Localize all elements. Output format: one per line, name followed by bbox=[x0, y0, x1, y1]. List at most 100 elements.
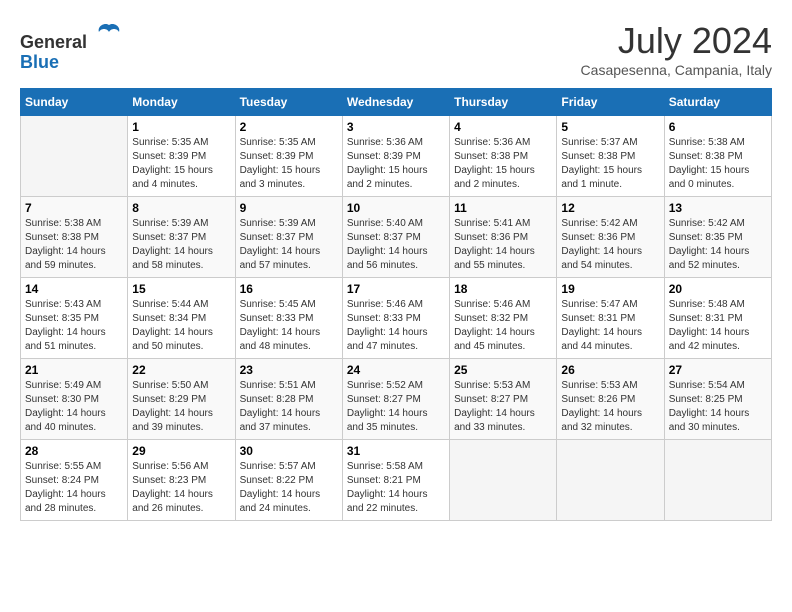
calendar-cell: 19 Sunrise: 5:47 AM Sunset: 8:31 PM Dayli… bbox=[557, 278, 664, 359]
day-number: 15 bbox=[132, 282, 230, 296]
weekday-header-thursday: Thursday bbox=[450, 89, 557, 116]
calendar-cell: 4Sunrise: 5:36 AM Sunset: 8:38 PM Daylig… bbox=[450, 116, 557, 197]
day-number: 26 bbox=[561, 363, 659, 377]
day-info: Sunrise: 5:58 AM Sunset: 8:21 PM Dayligh… bbox=[347, 460, 445, 516]
day-number: 7 bbox=[25, 201, 123, 215]
day-number: 17 bbox=[347, 282, 445, 296]
calendar-cell: 30Sunrise: 5:57 AM Sunset: 8:22 PM Dayli… bbox=[235, 440, 342, 521]
day-number: 4 bbox=[454, 120, 552, 134]
calendar-cell bbox=[557, 440, 664, 521]
weekday-header-row: SundayMondayTuesdayWednesdayThursdayFrid… bbox=[21, 89, 772, 116]
calendar-cell: 31Sunrise: 5:58 AM Sunset: 8:21 PM Dayli… bbox=[342, 440, 449, 521]
week-row-5: 28Sunrise: 5:55 AM Sunset: 8:24 PM Dayli… bbox=[21, 440, 772, 521]
calendar-cell: 11 Sunrise: 5:41 AM Sunset: 8:36 PM Dayli… bbox=[450, 197, 557, 278]
day-info: Sunrise: 5:43 AM Sunset: 8:35 PM Dayligh… bbox=[25, 298, 123, 354]
weekday-header-monday: Monday bbox=[128, 89, 235, 116]
logo-blue: Blue bbox=[20, 52, 59, 72]
calendar-cell bbox=[664, 440, 771, 521]
day-number: 16 bbox=[240, 282, 338, 296]
week-row-2: 7 Sunrise: 5:38 AM Sunset: 8:38 PM Daylig… bbox=[21, 197, 772, 278]
calendar-cell: 3Sunrise: 5:36 AM Sunset: 8:39 PM Daylig… bbox=[342, 116, 449, 197]
calendar-cell: 28Sunrise: 5:55 AM Sunset: 8:24 PM Dayli… bbox=[21, 440, 128, 521]
weekday-header-sunday: Sunday bbox=[21, 89, 128, 116]
day-number: 2 bbox=[240, 120, 338, 134]
calendar-cell: 2 Sunrise: 5:35 AM Sunset: 8:39 PM Daylig… bbox=[235, 116, 342, 197]
day-info: Sunrise: 5:47 AM Sunset: 8:31 PM Dayligh… bbox=[561, 298, 659, 354]
day-number: 19 bbox=[561, 282, 659, 296]
day-info: Sunrise: 5:40 AM Sunset: 8:37 PM Dayligh… bbox=[347, 217, 445, 273]
day-number: 11 bbox=[454, 201, 552, 215]
day-info: Sunrise: 5:38 AM Sunset: 8:38 PM Dayligh… bbox=[669, 136, 767, 192]
day-info: Sunrise: 5:53 AM Sunset: 8:26 PM Dayligh… bbox=[561, 379, 659, 435]
calendar-cell: 22 Sunrise: 5:50 AM Sunset: 8:29 PM Dayli… bbox=[128, 359, 235, 440]
day-info: Sunrise: 5:52 AM Sunset: 8:27 PM Dayligh… bbox=[347, 379, 445, 435]
weekday-header-friday: Friday bbox=[557, 89, 664, 116]
calendar-cell: 12 Sunrise: 5:42 AM Sunset: 8:36 PM Dayli… bbox=[557, 197, 664, 278]
calendar-cell: 14 Sunrise: 5:43 AM Sunset: 8:35 PM Dayli… bbox=[21, 278, 128, 359]
day-number: 12 bbox=[561, 201, 659, 215]
calendar-cell: 16 Sunrise: 5:45 AM Sunset: 8:33 PM Dayli… bbox=[235, 278, 342, 359]
weekday-header-saturday: Saturday bbox=[664, 89, 771, 116]
calendar-cell: 25 Sunrise: 5:53 AM Sunset: 8:27 PM Dayli… bbox=[450, 359, 557, 440]
calendar-cell: 6Sunrise: 5:38 AM Sunset: 8:38 PM Daylig… bbox=[664, 116, 771, 197]
day-info: Sunrise: 5:55 AM Sunset: 8:24 PM Dayligh… bbox=[25, 460, 123, 516]
day-info: Sunrise: 5:44 AM Sunset: 8:34 PM Dayligh… bbox=[132, 298, 230, 354]
day-number: 10 bbox=[347, 201, 445, 215]
week-row-4: 21Sunrise: 5:49 AM Sunset: 8:30 PM Dayli… bbox=[21, 359, 772, 440]
day-info: Sunrise: 5:53 AM Sunset: 8:27 PM Dayligh… bbox=[454, 379, 552, 435]
day-info: Sunrise: 5:38 AM Sunset: 8:38 PM Dayligh… bbox=[25, 217, 123, 273]
day-info: Sunrise: 5:35 AM Sunset: 8:39 PM Dayligh… bbox=[240, 136, 338, 192]
day-number: 1 bbox=[132, 120, 230, 134]
calendar-cell bbox=[450, 440, 557, 521]
day-number: 20 bbox=[669, 282, 767, 296]
logo-bird-icon bbox=[95, 20, 123, 48]
month-title: July 2024 bbox=[581, 20, 772, 62]
day-number: 21 bbox=[25, 363, 123, 377]
day-info: Sunrise: 5:37 AM Sunset: 8:38 PM Dayligh… bbox=[561, 136, 659, 192]
day-info: Sunrise: 5:39 AM Sunset: 8:37 PM Dayligh… bbox=[132, 217, 230, 273]
week-row-1: 1 Sunrise: 5:35 AM Sunset: 8:39 PM Daylig… bbox=[21, 116, 772, 197]
weekday-header-tuesday: Tuesday bbox=[235, 89, 342, 116]
calendar-cell: 26 Sunrise: 5:53 AM Sunset: 8:26 PM Dayli… bbox=[557, 359, 664, 440]
day-info: Sunrise: 5:45 AM Sunset: 8:33 PM Dayligh… bbox=[240, 298, 338, 354]
calendar-cell: 7 Sunrise: 5:38 AM Sunset: 8:38 PM Daylig… bbox=[21, 197, 128, 278]
day-number: 30 bbox=[240, 444, 338, 458]
calendar-cell: 8Sunrise: 5:39 AM Sunset: 8:37 PM Daylig… bbox=[128, 197, 235, 278]
calendar-cell: 9 Sunrise: 5:39 AM Sunset: 8:37 PM Daylig… bbox=[235, 197, 342, 278]
day-number: 13 bbox=[669, 201, 767, 215]
day-info: Sunrise: 5:42 AM Sunset: 8:35 PM Dayligh… bbox=[669, 217, 767, 273]
day-info: Sunrise: 5:50 AM Sunset: 8:29 PM Dayligh… bbox=[132, 379, 230, 435]
day-number: 3 bbox=[347, 120, 445, 134]
day-info: Sunrise: 5:54 AM Sunset: 8:25 PM Dayligh… bbox=[669, 379, 767, 435]
weekday-header-wednesday: Wednesday bbox=[342, 89, 449, 116]
day-info: Sunrise: 5:35 AM Sunset: 8:39 PM Dayligh… bbox=[132, 136, 230, 192]
logo: General Blue bbox=[20, 20, 123, 73]
day-number: 25 bbox=[454, 363, 552, 377]
day-info: Sunrise: 5:51 AM Sunset: 8:28 PM Dayligh… bbox=[240, 379, 338, 435]
title-area: July 2024 Casapesenna, Campania, Italy bbox=[581, 20, 772, 78]
calendar-cell: 29Sunrise: 5:56 AM Sunset: 8:23 PM Dayli… bbox=[128, 440, 235, 521]
calendar-cell bbox=[21, 116, 128, 197]
calendar-cell: 1 Sunrise: 5:35 AM Sunset: 8:39 PM Daylig… bbox=[128, 116, 235, 197]
calendar-cell: 5 Sunrise: 5:37 AM Sunset: 8:38 PM Daylig… bbox=[557, 116, 664, 197]
day-info: Sunrise: 5:42 AM Sunset: 8:36 PM Dayligh… bbox=[561, 217, 659, 273]
day-number: 27 bbox=[669, 363, 767, 377]
location: Casapesenna, Campania, Italy bbox=[581, 62, 772, 78]
calendar-cell: 23Sunrise: 5:51 AM Sunset: 8:28 PM Dayli… bbox=[235, 359, 342, 440]
calendar-cell: 21Sunrise: 5:49 AM Sunset: 8:30 PM Dayli… bbox=[21, 359, 128, 440]
calendar-table: SundayMondayTuesdayWednesdayThursdayFrid… bbox=[20, 88, 772, 521]
day-number: 9 bbox=[240, 201, 338, 215]
day-number: 14 bbox=[25, 282, 123, 296]
day-number: 29 bbox=[132, 444, 230, 458]
header: General Blue July 2024 Casapesenna, Camp… bbox=[20, 20, 772, 78]
day-info: Sunrise: 5:41 AM Sunset: 8:36 PM Dayligh… bbox=[454, 217, 552, 273]
calendar-cell: 13 Sunrise: 5:42 AM Sunset: 8:35 PM Dayli… bbox=[664, 197, 771, 278]
calendar-cell: 15 Sunrise: 5:44 AM Sunset: 8:34 PM Dayli… bbox=[128, 278, 235, 359]
calendar-cell: 18Sunrise: 5:46 AM Sunset: 8:32 PM Dayli… bbox=[450, 278, 557, 359]
day-number: 22 bbox=[132, 363, 230, 377]
day-number: 24 bbox=[347, 363, 445, 377]
day-number: 5 bbox=[561, 120, 659, 134]
day-number: 18 bbox=[454, 282, 552, 296]
day-info: Sunrise: 5:39 AM Sunset: 8:37 PM Dayligh… bbox=[240, 217, 338, 273]
day-info: Sunrise: 5:48 AM Sunset: 8:31 PM Dayligh… bbox=[669, 298, 767, 354]
